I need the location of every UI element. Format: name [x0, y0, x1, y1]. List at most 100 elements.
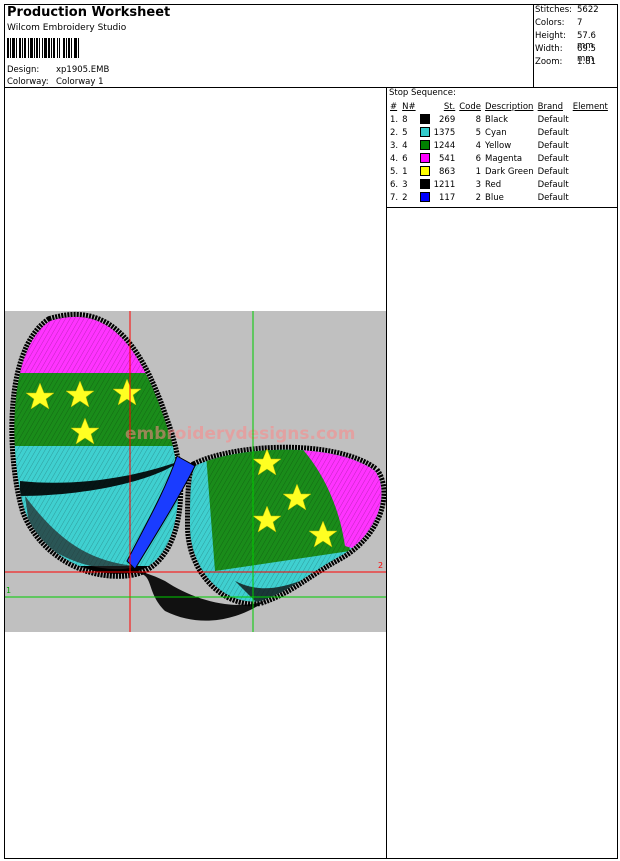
colorway-value: Colorway 1	[56, 77, 104, 87]
table-row: 2. 5 1375 5 Cyan Default	[388, 126, 610, 139]
col-description: Description	[485, 101, 534, 112]
col-stitches: St.	[443, 101, 456, 112]
row-code: 8	[475, 114, 482, 125]
color-swatch	[419, 153, 430, 164]
row-description: Cyan	[485, 127, 507, 138]
col-needle: N#	[402, 101, 416, 112]
row-code: 1	[475, 166, 482, 177]
worksheet-header: Production Worksheet Wilcom Embroidery S…	[4, 4, 534, 88]
color-swatch	[419, 179, 430, 190]
table-row: 3. 4 1244 4 Yellow Default	[388, 139, 610, 152]
row-needle: 3	[402, 179, 408, 190]
design-label: Design:	[7, 65, 40, 75]
stat-width: Width: 69.5 mm	[535, 44, 615, 64]
design-row: Design: xp1905.EMB	[7, 65, 109, 75]
row-index: 5.	[390, 166, 399, 177]
row-needle: 2	[402, 192, 408, 203]
stat-colors: Colors: 7	[535, 18, 615, 28]
row-element	[571, 165, 610, 178]
stop-sequence-rows: 1. 8 269 8 Black Default 2. 5 1375 5 Cyan Default 3.…	[388, 113, 610, 204]
col-brand: Brand	[537, 101, 563, 112]
row-element	[571, 113, 610, 126]
colors-value: 7	[577, 18, 583, 28]
stat-zoom: Zoom: 1.81	[535, 57, 615, 67]
row-stitches: 1375	[433, 127, 456, 138]
row-swatch	[418, 178, 432, 191]
row-index: 4.	[390, 153, 399, 164]
colorway-label: Colorway:	[7, 77, 49, 87]
row-stitches: 269	[439, 114, 456, 125]
stat-stitches: Stitches: 5622	[535, 5, 615, 15]
row-code: 5	[475, 127, 482, 138]
row-code: 4	[475, 140, 482, 151]
color-swatch	[419, 114, 430, 125]
row-index: 7.	[390, 192, 399, 203]
row-code: 6	[475, 153, 482, 164]
table-row: 1. 8 269 8 Black Default	[388, 113, 610, 126]
design-stats: Stitches: 5622 Colors: 7 Height: 57.6 mm…	[533, 4, 618, 88]
watermark: embroiderydesigns.com	[125, 424, 355, 444]
row-stitches: 863	[439, 166, 456, 177]
row-description: Red	[485, 179, 502, 190]
row-stitches: 1244	[433, 140, 456, 151]
row-brand: Default	[537, 179, 569, 190]
table-row: 5. 1 863 1 Dark Green Default	[388, 165, 610, 178]
row-swatch	[418, 126, 432, 139]
col-code: Code	[459, 101, 482, 112]
row-code: 2	[475, 192, 482, 203]
row-element	[571, 126, 610, 139]
table-row: 7. 2 117 2 Blue Default	[388, 191, 610, 204]
row-needle: 5	[402, 127, 408, 138]
stop-sequence-table: # N# St. Code Description Brand Element …	[388, 100, 610, 204]
row-element	[571, 191, 610, 204]
software-name: Wilcom Embroidery Studio	[7, 23, 127, 33]
worksheet-title: Production Worksheet	[7, 5, 171, 20]
zoom-value: 1.81	[577, 57, 596, 67]
color-swatch	[419, 140, 430, 151]
row-element	[571, 152, 610, 165]
row-code: 3	[475, 179, 482, 190]
color-swatch	[419, 192, 430, 203]
embroidery-artwork: embroiderydesigns.com	[5, 311, 386, 632]
row-swatch	[418, 113, 432, 126]
row-description: Yellow	[485, 140, 512, 151]
colorway-row: Colorway: Colorway 1	[7, 77, 104, 87]
width-label: Width:	[535, 44, 563, 54]
color-swatch	[419, 166, 430, 177]
row-needle: 6	[402, 153, 408, 164]
row-swatch	[418, 191, 432, 204]
col-index: #	[390, 101, 398, 112]
row-stitches: 117	[439, 192, 456, 203]
table-row: 4. 6 541 6 Magenta Default	[388, 152, 610, 165]
colors-label: Colors:	[535, 18, 565, 28]
barcode	[7, 38, 132, 58]
col-swatch	[418, 100, 432, 113]
design-preview: embroiderydesigns.com 2 1	[5, 311, 386, 632]
row-index: 3.	[390, 140, 399, 151]
row-element	[571, 178, 610, 191]
stitches-value: 5622	[577, 5, 599, 15]
table-header-row: # N# St. Code Description Brand Element	[388, 100, 610, 113]
color-swatch	[419, 127, 430, 138]
row-brand: Default	[537, 192, 569, 203]
row-brand: Default	[537, 153, 569, 164]
row-swatch	[418, 152, 432, 165]
row-description: Blue	[485, 192, 504, 203]
row-element	[571, 139, 610, 152]
stitches-label: Stitches:	[535, 5, 573, 15]
zoom-label: Zoom:	[535, 57, 563, 67]
height-label: Height:	[535, 31, 566, 41]
row-swatch	[418, 165, 432, 178]
row-index: 6.	[390, 179, 399, 190]
row-brand: Default	[537, 140, 569, 151]
row-needle: 4	[402, 140, 408, 151]
row-needle: 8	[402, 114, 408, 125]
stop-sequence-title: Stop Sequence:	[389, 88, 456, 98]
red-guide-marker: 2	[378, 561, 384, 570]
row-needle: 1	[402, 166, 408, 177]
green-guide-marker: 1	[6, 586, 12, 595]
row-swatch	[418, 139, 432, 152]
table-row: 6. 3 1211 3 Red Default	[388, 178, 610, 191]
row-brand: Default	[537, 166, 569, 177]
row-brand: Default	[537, 114, 569, 125]
